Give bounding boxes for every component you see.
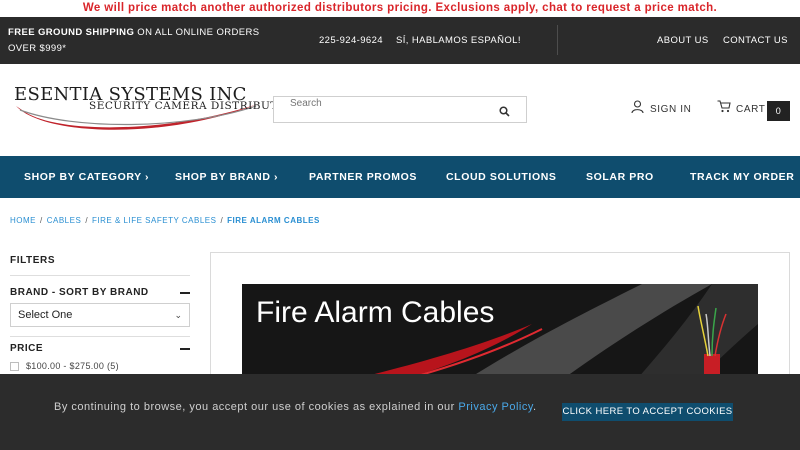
nav-shop-by-category[interactable]: SHOP BY CATEGORY › (24, 171, 149, 183)
chevron-down-icon: ⌄ (174, 310, 182, 320)
sidebar-divider (10, 275, 190, 276)
user-icon (631, 100, 644, 114)
filters-heading: FILTERS (10, 255, 56, 266)
top-bar: FREE GROUND SHIPPING ON ALL ONLINE ORDER… (0, 17, 800, 64)
search-icon[interactable] (499, 104, 510, 122)
spanish-link[interactable]: SÍ, HABLAMOS ESPAÑOL! (396, 35, 521, 46)
shipping-notice: FREE GROUND SHIPPING ON ALL ONLINE ORDER… (8, 25, 278, 57)
topbar-divider (557, 25, 558, 55)
breadcrumb-fire-life-safety[interactable]: FIRE & LIFE SAFETY CABLES (92, 216, 216, 225)
price-filter-heading[interactable]: PRICE (10, 343, 43, 354)
nav-shop-by-brand[interactable]: SHOP BY BRAND › (175, 171, 278, 183)
breadcrumb-cables[interactable]: CABLES (47, 216, 82, 225)
price-range-option[interactable]: $100.00 - $275.00 (5) (10, 361, 119, 372)
about-us-link[interactable]: ABOUT US (657, 35, 709, 46)
search-box[interactable] (273, 96, 527, 123)
breadcrumb-separator: / (220, 216, 224, 225)
logo-tagline: SECURITY CAMERA DISTRIBUTOR (89, 100, 296, 112)
sign-in-label: SIGN IN (650, 104, 692, 115)
nav-cloud-solutions[interactable]: CLOUD SOLUTIONS (446, 171, 557, 183)
breadcrumb: HOME / CABLES / FIRE & LIFE SAFETY CABLES / FI… (10, 216, 320, 225)
price-range-label: $100.00 - $275.00 (5) (26, 361, 119, 371)
brand-select[interactable]: Select One ⌄ (10, 303, 190, 327)
phone-link[interactable]: 225-924-9624 (319, 35, 383, 46)
brand-filter-heading[interactable]: BRAND - SORT BY BRAND (10, 287, 149, 298)
shipping-bold: FREE GROUND SHIPPING (8, 27, 135, 38)
nav-solar-pro[interactable]: SOLAR PRO (586, 171, 654, 183)
cookie-message: By continuing to browse, you accept our … (54, 401, 537, 413)
collapse-brand-icon[interactable] (180, 292, 190, 294)
cart-label: CART (736, 104, 766, 115)
brand-select-value: Select One (18, 309, 73, 321)
sidebar-divider (10, 336, 190, 337)
breadcrumb-current: FIRE ALARM CABLES (227, 216, 320, 225)
contact-us-link[interactable]: CONTACT US (723, 35, 788, 46)
price-range-checkbox[interactable] (10, 362, 19, 372)
search-input[interactable] (274, 97, 484, 109)
collapse-price-icon[interactable] (180, 348, 190, 350)
cookie-period: . (533, 401, 537, 413)
nav-partner-promos[interactable]: PARTNER PROMOS (309, 171, 417, 183)
main-nav: SHOP BY CATEGORY › SHOP BY BRAND › PARTN… (0, 156, 800, 198)
cart-icon (717, 100, 731, 113)
page: We will price match another authorized d… (0, 0, 800, 450)
nav-track-my-order[interactable]: TRACK MY ORDER (690, 171, 794, 183)
privacy-policy-link[interactable]: Privacy Policy (458, 401, 533, 413)
price-match-banner: We will price match another authorized d… (82, 2, 718, 14)
cart-count-badge: 0 (767, 101, 790, 121)
banner-title: Fire Alarm Cables (256, 296, 495, 329)
cookie-consent-bar: By continuing to browse, you accept our … (0, 374, 800, 450)
site-logo[interactable]: ESENTIA SYSTEMS INC SECURITY CAMERA DIST… (14, 84, 295, 142)
breadcrumb-separator: / (85, 216, 89, 225)
breadcrumb-home[interactable]: HOME (10, 216, 36, 225)
cookie-message-text: By continuing to browse, you accept our … (54, 401, 455, 413)
breadcrumb-separator: / (40, 216, 43, 225)
accept-cookies-button[interactable]: CLICK HERE TO ACCEPT COOKIES (562, 403, 733, 421)
